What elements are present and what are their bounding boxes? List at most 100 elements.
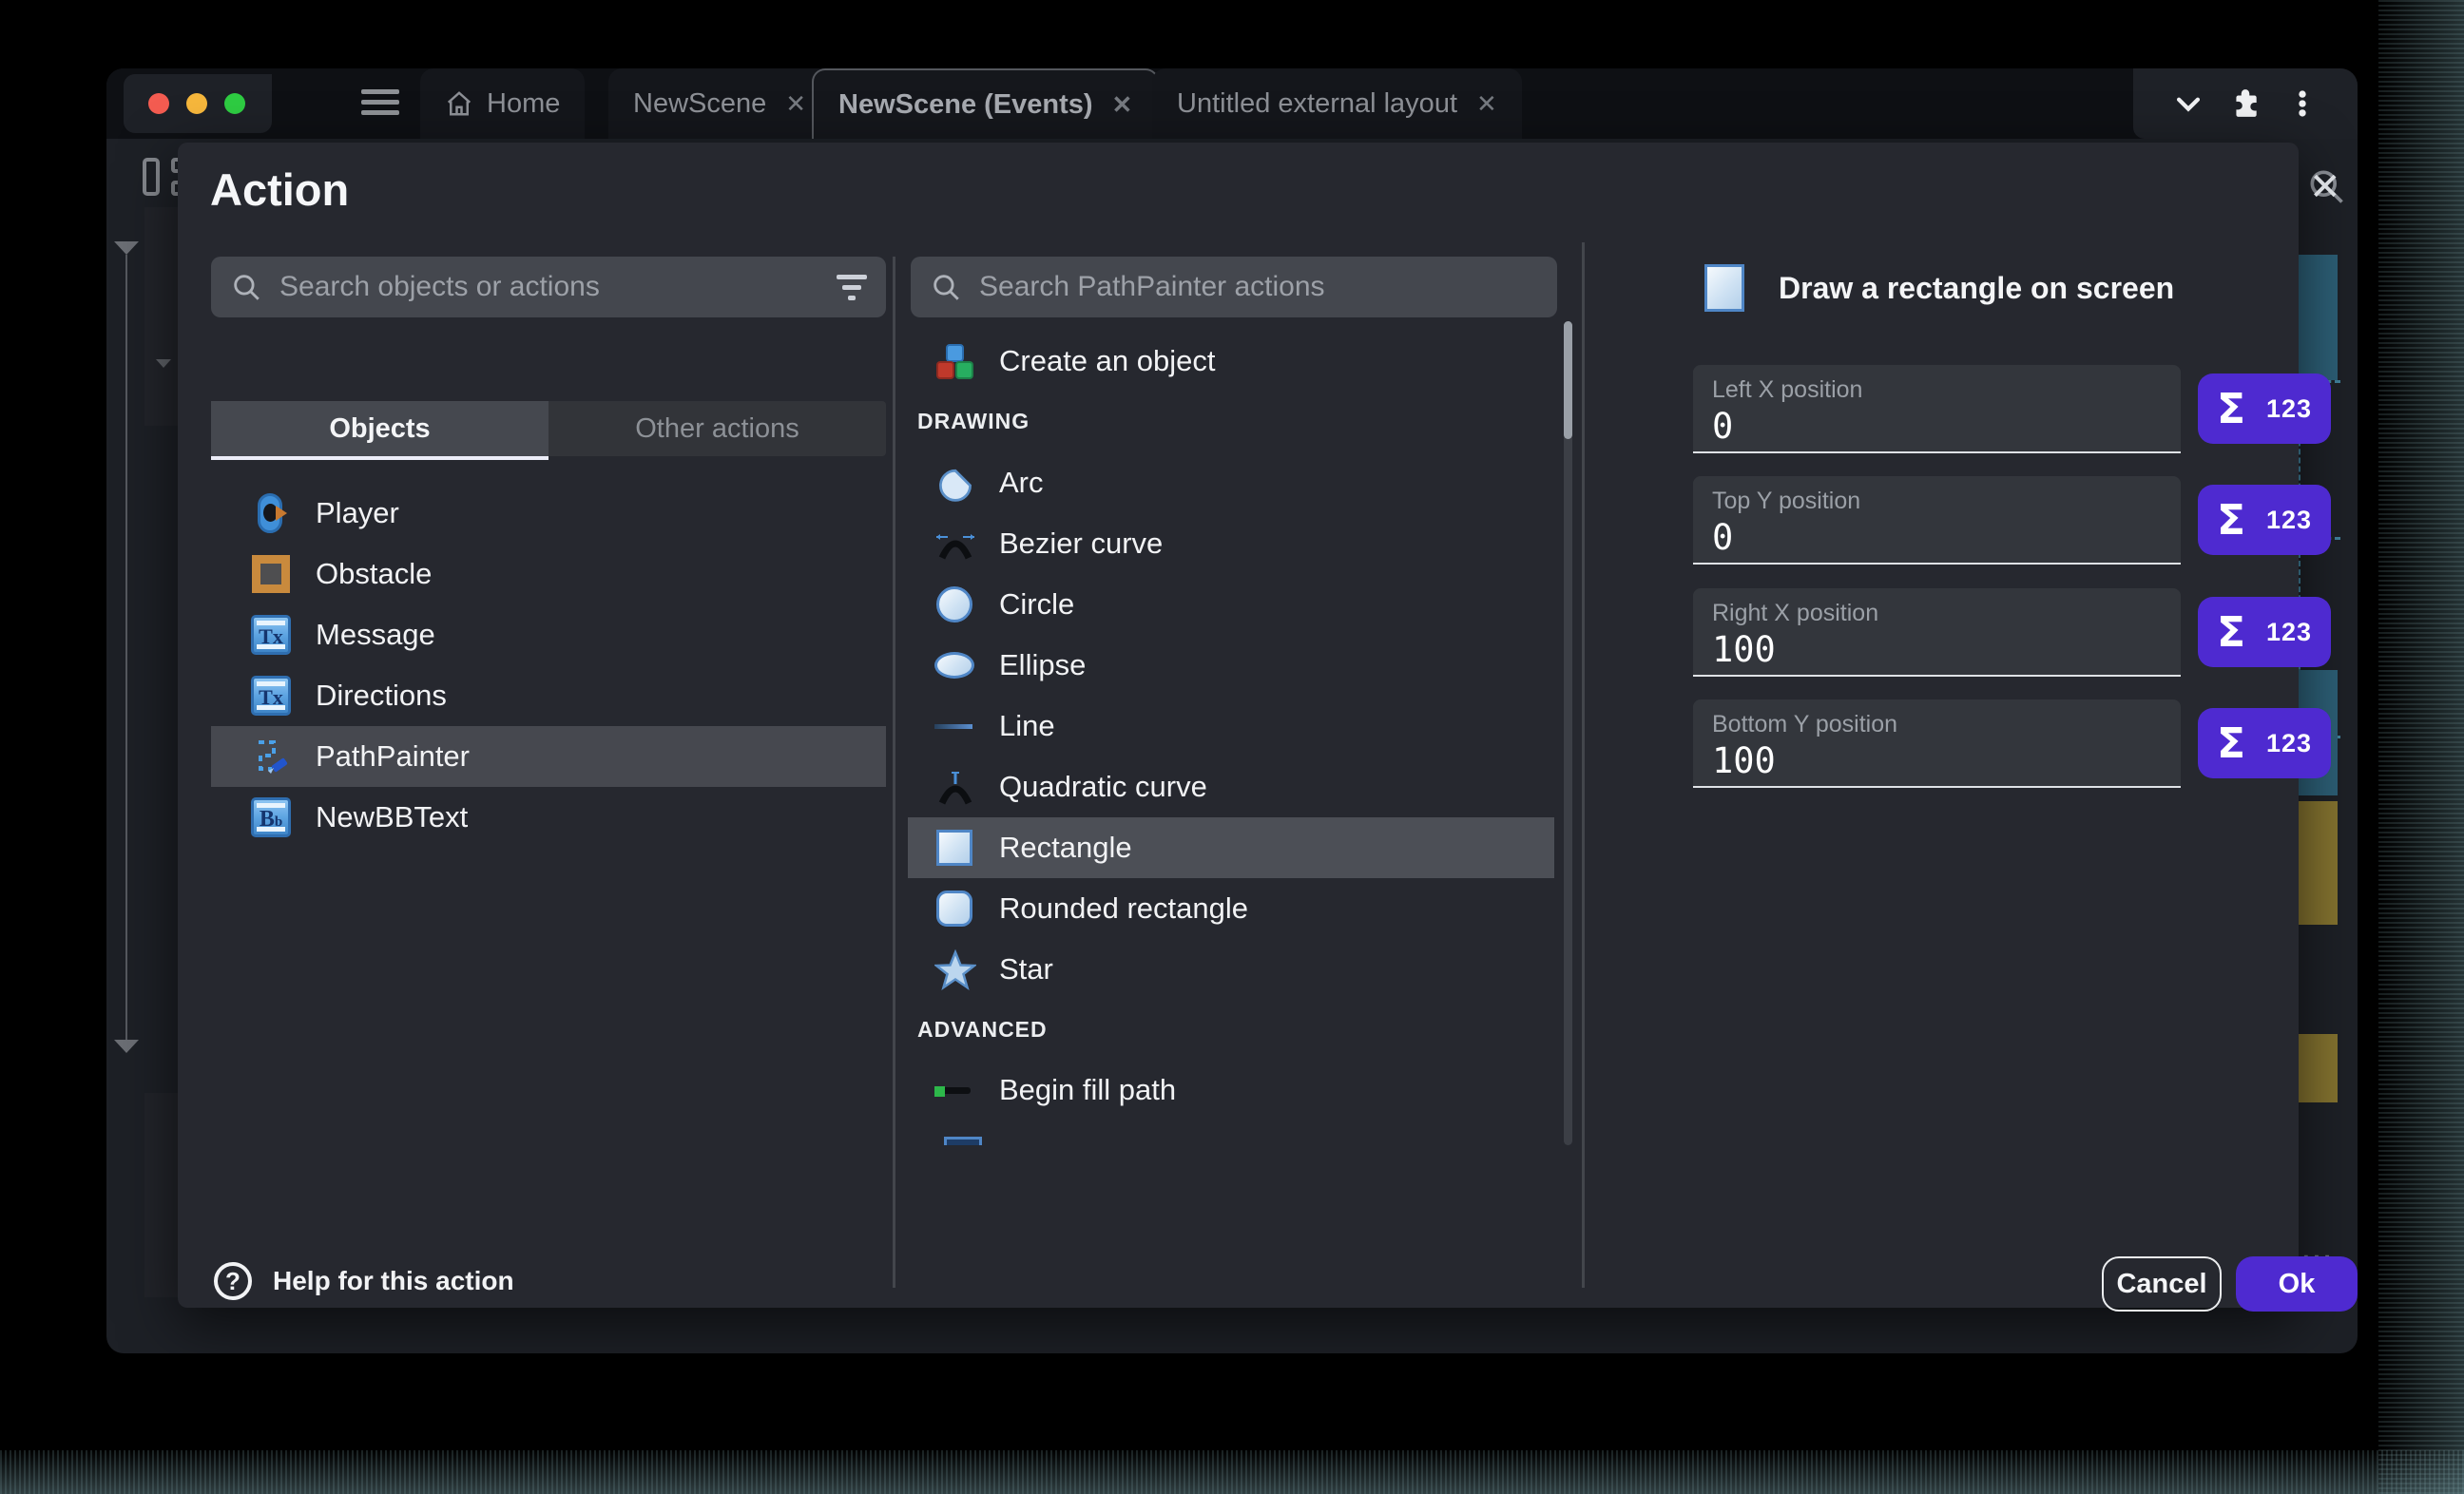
object-label: PathPainter — [316, 739, 470, 774]
action-row-circle[interactable]: Circle — [908, 574, 1554, 635]
tab-newscene[interactable]: NewScene ✕ — [608, 68, 831, 139]
extensions-puzzle-icon[interactable] — [2229, 87, 2262, 120]
help-for-action-link[interactable]: ? Help for this action — [214, 1262, 514, 1300]
chevron-down-icon[interactable] — [2172, 87, 2204, 120]
close-icon[interactable]: ✕ — [2309, 165, 2341, 209]
edge-glow-bottom — [0, 1450, 2464, 1494]
tab-objects[interactable]: Objects — [211, 401, 549, 456]
tab-newscene-events[interactable]: NewScene (Events) ✕ — [812, 68, 1159, 139]
field-right-x-position[interactable]: Right X position 100 — [1693, 588, 2181, 677]
action-row-star[interactable]: Star — [908, 939, 1554, 1000]
field-top-y-position[interactable]: Top Y position 0 — [1693, 476, 2181, 565]
action-row-rounded-rectangle[interactable]: Rounded rectangle — [908, 878, 1554, 939]
titlebar-actions — [2133, 68, 2358, 139]
field-value: 100 — [1712, 740, 2162, 781]
field-label: Bottom Y position — [1712, 711, 2162, 738]
action-row-create-object[interactable]: Create an object — [908, 331, 1554, 392]
help-icon: ? — [214, 1262, 252, 1300]
numbers-label: 123 — [2266, 506, 2312, 535]
tab-close-icon[interactable]: ✕ — [1112, 90, 1133, 120]
action-row-line[interactable]: Line — [908, 696, 1554, 757]
field-value: 0 — [1712, 406, 2162, 447]
object-label: NewBBText — [316, 800, 468, 834]
action-label: Bezier curve — [999, 527, 1163, 561]
event-block-fragment — [144, 207, 178, 426]
object-row-newbbtext[interactable]: Bb NewBBText — [211, 787, 886, 848]
object-label: Obstacle — [316, 557, 432, 591]
search-icon — [230, 271, 262, 303]
action-row-ellipse[interactable]: Ellipse — [908, 635, 1554, 696]
action-row-quadratic-curve[interactable]: Quadratic curve — [908, 757, 1554, 817]
object-label: Message — [316, 618, 435, 652]
scrollbar-track[interactable] — [1564, 321, 1572, 1145]
object-row-pathpainter[interactable]: PathPainter — [211, 726, 886, 787]
tab-label: Objects — [329, 413, 430, 445]
objects-search-input[interactable] — [279, 271, 819, 303]
object-row-player[interactable]: Player — [211, 483, 886, 544]
event-block-fragment — [144, 1093, 178, 1297]
ok-button[interactable]: Ok — [2236, 1256, 2358, 1312]
circle-icon — [934, 584, 974, 624]
tab-close-icon[interactable]: ✕ — [785, 89, 806, 119]
action-row-bezier-curve[interactable]: Bezier curve — [908, 513, 1554, 574]
tab-untitled-external-layout[interactable]: Untitled external layout ✕ — [1152, 68, 1522, 139]
numbers-label: 123 — [2266, 394, 2312, 424]
cancel-button[interactable]: Cancel — [2102, 1256, 2222, 1312]
tab-home[interactable]: Home — [420, 68, 585, 139]
dialog-title: Action — [210, 163, 349, 216]
object-row-obstacle[interactable]: Obstacle — [211, 544, 886, 604]
field-label: Left X position — [1712, 376, 2162, 404]
tab-label: NewScene — [633, 88, 766, 120]
expression-builder-button[interactable]: Σ 123 — [2198, 374, 2331, 444]
rectangle-action-icon — [1704, 264, 1744, 312]
action-label: Quadratic curve — [999, 770, 1207, 804]
expression-builder-button[interactable]: Σ 123 — [2198, 485, 2331, 555]
event-color-block — [2298, 255, 2338, 380]
close-window-button[interactable] — [148, 93, 169, 114]
screen: Home NewScene ✕ NewScene (Events) ✕ Unti… — [0, 0, 2464, 1494]
field-label: Top Y position — [1712, 488, 2162, 515]
quadratic-curve-icon — [934, 767, 974, 807]
collapse-arrow-icon[interactable] — [114, 241, 139, 255]
action-label: Rounded rectangle — [999, 891, 1248, 926]
action-label: Line — [999, 709, 1055, 743]
minimize-window-button[interactable] — [186, 93, 207, 114]
event-tree-line — [125, 255, 127, 1048]
object-row-directions[interactable]: Tx Directions — [211, 665, 886, 726]
tab-other-actions[interactable]: Other actions — [549, 401, 886, 456]
tab-close-icon[interactable]: ✕ — [1476, 89, 1497, 119]
filter-icon[interactable] — [837, 275, 867, 300]
field-value: 100 — [1712, 629, 2162, 670]
bbtext-object-icon: Bb — [251, 797, 291, 837]
object-row-message[interactable]: Tx Message — [211, 604, 886, 665]
arc-icon — [934, 463, 974, 503]
actions-search-input[interactable] — [979, 271, 1538, 303]
rounded-rectangle-icon — [934, 889, 974, 929]
menu-icon[interactable] — [361, 89, 399, 118]
tab-label: Other actions — [635, 413, 799, 445]
numbers-label: 123 — [2266, 729, 2312, 758]
zoom-window-button[interactable] — [224, 93, 245, 114]
collapse-arrow-icon[interactable] — [114, 1040, 139, 1053]
sigma-icon: Σ — [2217, 719, 2245, 768]
panel-divider — [893, 257, 895, 1288]
collapse-arrow-icon[interactable] — [156, 359, 171, 368]
search-icon — [930, 271, 962, 303]
tab-label: Untitled external layout — [1177, 88, 1457, 120]
action-row-rectangle[interactable]: Rectangle — [908, 817, 1554, 878]
action-row-begin-fill-path[interactable]: Begin fill path — [908, 1060, 1554, 1120]
expression-builder-button[interactable]: Σ 123 — [2198, 708, 2331, 778]
field-bottom-y-position[interactable]: Bottom Y position 100 — [1693, 699, 2181, 788]
ellipse-icon — [934, 645, 974, 685]
scrollbar-thumb[interactable] — [1564, 321, 1572, 439]
field-left-x-position[interactable]: Left X position 0 — [1693, 365, 2181, 453]
kebab-menu-icon[interactable] — [2286, 87, 2319, 120]
action-row-arc[interactable]: Arc — [908, 452, 1554, 513]
partially-visible-action-icon — [944, 1137, 982, 1145]
field-value: 0 — [1712, 517, 2162, 558]
player-object-icon — [251, 493, 291, 533]
left-panel-tabs: Objects Other actions — [211, 401, 886, 456]
expression-builder-button[interactable]: Σ 123 — [2198, 597, 2331, 667]
panel-divider — [1582, 242, 1585, 1288]
action-label: Star — [999, 952, 1053, 986]
